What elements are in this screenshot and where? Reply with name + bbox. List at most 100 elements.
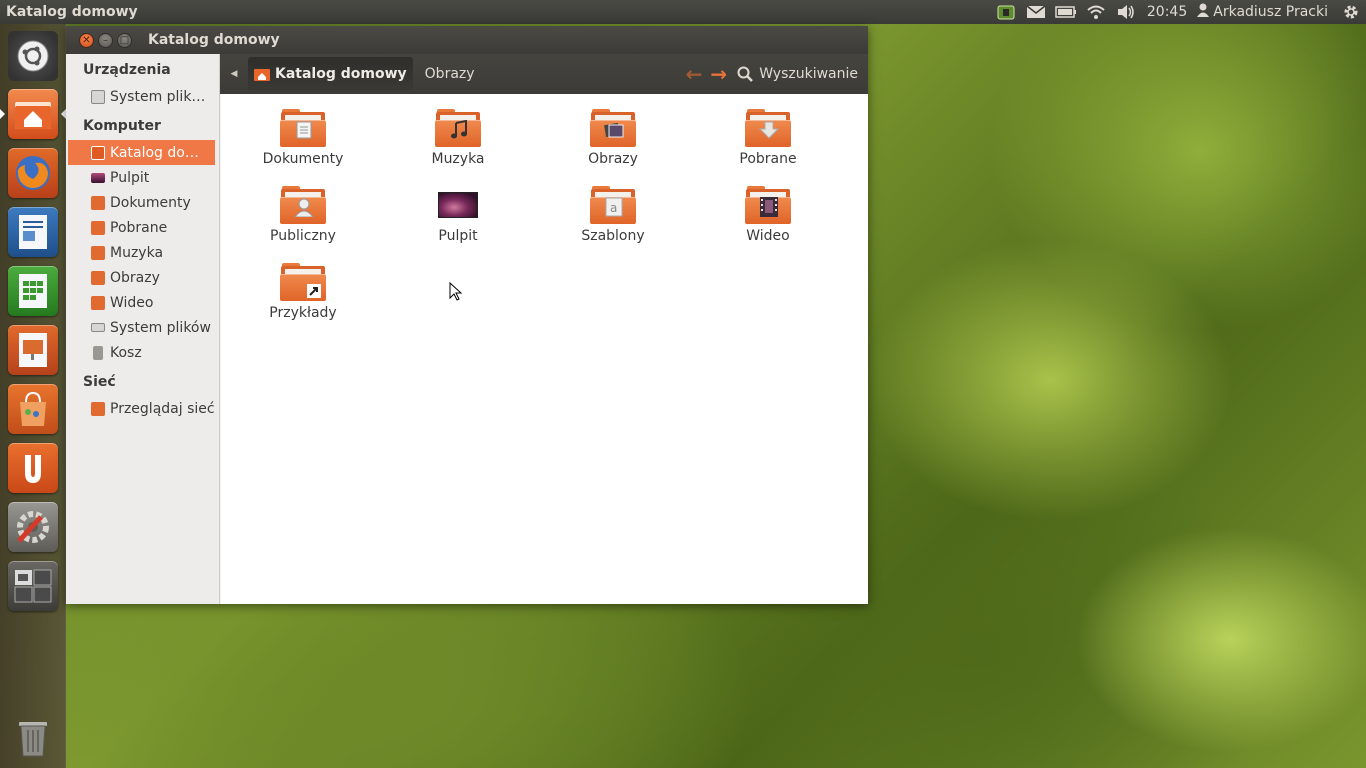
desktop-folder-icon <box>438 192 478 218</box>
window-titlebar[interactable]: ✕ – □ Katalog domowy <box>66 26 868 54</box>
sidebar-item-label: Kosz <box>110 344 142 361</box>
sidebar-item-label: System plik… <box>110 88 206 105</box>
sidebar-item-label: Pobrane <box>110 219 168 236</box>
session-gear-icon[interactable] <box>1336 0 1366 24</box>
home-folder-icon[interactable] <box>8 89 58 139</box>
sidebar-item-videos[interactable]: Wideo <box>66 290 219 315</box>
software-center-icon[interactable] <box>8 384 58 434</box>
breadcrumb-pictures[interactable]: Obrazy <box>413 66 487 82</box>
libreoffice-impress-icon[interactable] <box>8 325 58 375</box>
libreoffice-calc-icon[interactable] <box>8 266 58 316</box>
toolbar: ◀ Katalog domowy Obrazy ← → Wyszukiwanie <box>220 54 868 94</box>
file-item-examples[interactable]: Przykłady <box>243 263 363 321</box>
file-label: Publiczny <box>270 228 336 244</box>
close-icon: ✕ <box>82 34 91 46</box>
search-icon <box>737 66 754 82</box>
file-item-public[interactable]: Publiczny <box>243 186 363 244</box>
devices-heading: Urządzenia <box>83 62 171 78</box>
search-button[interactable]: Wyszukiwanie <box>737 66 868 82</box>
file-manager-window: ✕ – □ Katalog domowy Urządzenia System p… <box>66 26 868 604</box>
sidebar-item-label: System plików <box>110 319 211 336</box>
libreoffice-writer-icon[interactable] <box>8 207 58 257</box>
search-label: Wyszukiwanie <box>759 66 858 82</box>
firefox-icon[interactable] <box>8 148 58 198</box>
computer-heading: Komputer <box>83 118 161 134</box>
minimize-icon: – <box>103 34 108 46</box>
sidebar-item-home[interactable]: Katalog do… <box>68 140 215 165</box>
file-label: Muzyka <box>431 151 485 167</box>
dash-home-icon[interactable] <box>8 31 58 81</box>
sidebar-item-label: Pulpit <box>110 169 150 186</box>
navigation-buttons: ← → <box>686 62 738 86</box>
launcher-running-indicator <box>0 109 5 119</box>
public-folder-icon <box>280 186 326 224</box>
file-item-downloads[interactable]: Pobrane <box>708 109 828 167</box>
battery-icon[interactable] <box>1051 0 1081 24</box>
breadcrumb-scroll-left-button[interactable]: ◀ <box>220 54 248 94</box>
clock[interactable]: 20:45 <box>1141 4 1193 20</box>
breadcrumb-label: Katalog domowy <box>275 66 407 82</box>
sidebar-item-documents[interactable]: Dokumenty <box>66 190 219 215</box>
videos-folder-icon <box>745 186 791 224</box>
places-sidebar: Urządzenia System plik… Komputer Katalog… <box>66 54 220 604</box>
system-settings-icon[interactable] <box>8 502 58 552</box>
file-label: Dokumenty <box>262 151 344 167</box>
file-label: Obrazy <box>588 151 638 167</box>
sidebar-item-label: Wideo <box>110 294 154 311</box>
sidebar-item-trash[interactable]: Kosz <box>66 340 219 365</box>
user-menu[interactable]: Arkadiusz Pracki <box>1193 3 1336 21</box>
file-view: Dokumenty Muzyka Obrazy Pobrane Publiczn… <box>221 94 868 604</box>
downloads-folder-icon <box>745 109 791 147</box>
file-label: Pobrane <box>739 151 797 167</box>
sidebar-item-pictures[interactable]: Obrazy <box>66 265 219 290</box>
downloads-folder-icon <box>91 220 105 235</box>
sidebar-item-filesystem-device[interactable]: System plik… <box>66 84 219 109</box>
volume-icon[interactable] <box>1111 0 1141 24</box>
maximize-icon: □ <box>119 34 130 46</box>
sidebar-item-filesystem[interactable]: System plików <box>66 315 219 340</box>
trash-icon <box>93 345 103 360</box>
workspace-switcher-icon[interactable] <box>8 561 58 611</box>
mail-icon[interactable] <box>1021 0 1051 24</box>
filesystem-icon <box>91 323 105 332</box>
indicator-area: 20:45 Arkadiusz Pracki <box>991 0 1366 24</box>
drive-icon <box>91 89 105 104</box>
music-folder-icon <box>91 245 105 260</box>
file-item-documents[interactable]: Dokumenty <box>243 109 363 167</box>
wifi-icon[interactable] <box>1081 0 1111 24</box>
documents-folder-icon <box>91 195 105 210</box>
sidebar-item-label: Dokumenty <box>110 194 191 211</box>
file-label: Przykłady <box>269 305 337 321</box>
svg-text:a: a <box>610 201 617 215</box>
file-label: Wideo <box>746 228 790 244</box>
file-item-music[interactable]: Muzyka <box>398 109 518 167</box>
sidebar-item-label: Muzyka <box>110 244 164 261</box>
ubuntu-one-icon[interactable] <box>8 443 58 493</box>
file-label: Szablony <box>581 228 645 244</box>
trash-icon[interactable] <box>8 712 58 762</box>
forward-button[interactable]: → <box>710 62 727 86</box>
window-title: Katalog domowy <box>148 32 280 48</box>
examples-folder-icon <box>280 263 326 301</box>
sidebar-item-desktop[interactable]: Pulpit <box>66 165 219 190</box>
file-item-templates[interactable]: a Szablony <box>553 186 673 244</box>
home-folder-icon <box>91 145 105 160</box>
file-item-desktop[interactable]: Pulpit <box>398 186 518 244</box>
sidebar-item-downloads[interactable]: Pobrane <box>66 215 219 240</box>
file-item-videos[interactable]: Wideo <box>708 186 828 244</box>
network-manager-icon[interactable] <box>991 0 1021 24</box>
maximize-button[interactable]: □ <box>117 32 132 48</box>
launcher <box>0 24 66 768</box>
close-button[interactable]: ✕ <box>79 32 94 48</box>
file-item-pictures[interactable]: Obrazy <box>553 109 673 167</box>
pictures-folder-icon <box>590 109 636 147</box>
back-button[interactable]: ← <box>686 62 703 86</box>
sidebar-item-browse-network[interactable]: Przeglądaj sieć <box>66 396 219 421</box>
active-window-title: Katalog domowy <box>6 4 138 20</box>
network-heading: Sieć <box>83 374 116 390</box>
sidebar-item-label: Obrazy <box>110 269 160 286</box>
minimize-button[interactable]: – <box>98 32 113 48</box>
network-folder-icon <box>91 401 105 416</box>
sidebar-item-music[interactable]: Muzyka <box>66 240 219 265</box>
breadcrumb-home[interactable]: Katalog domowy <box>248 57 413 91</box>
